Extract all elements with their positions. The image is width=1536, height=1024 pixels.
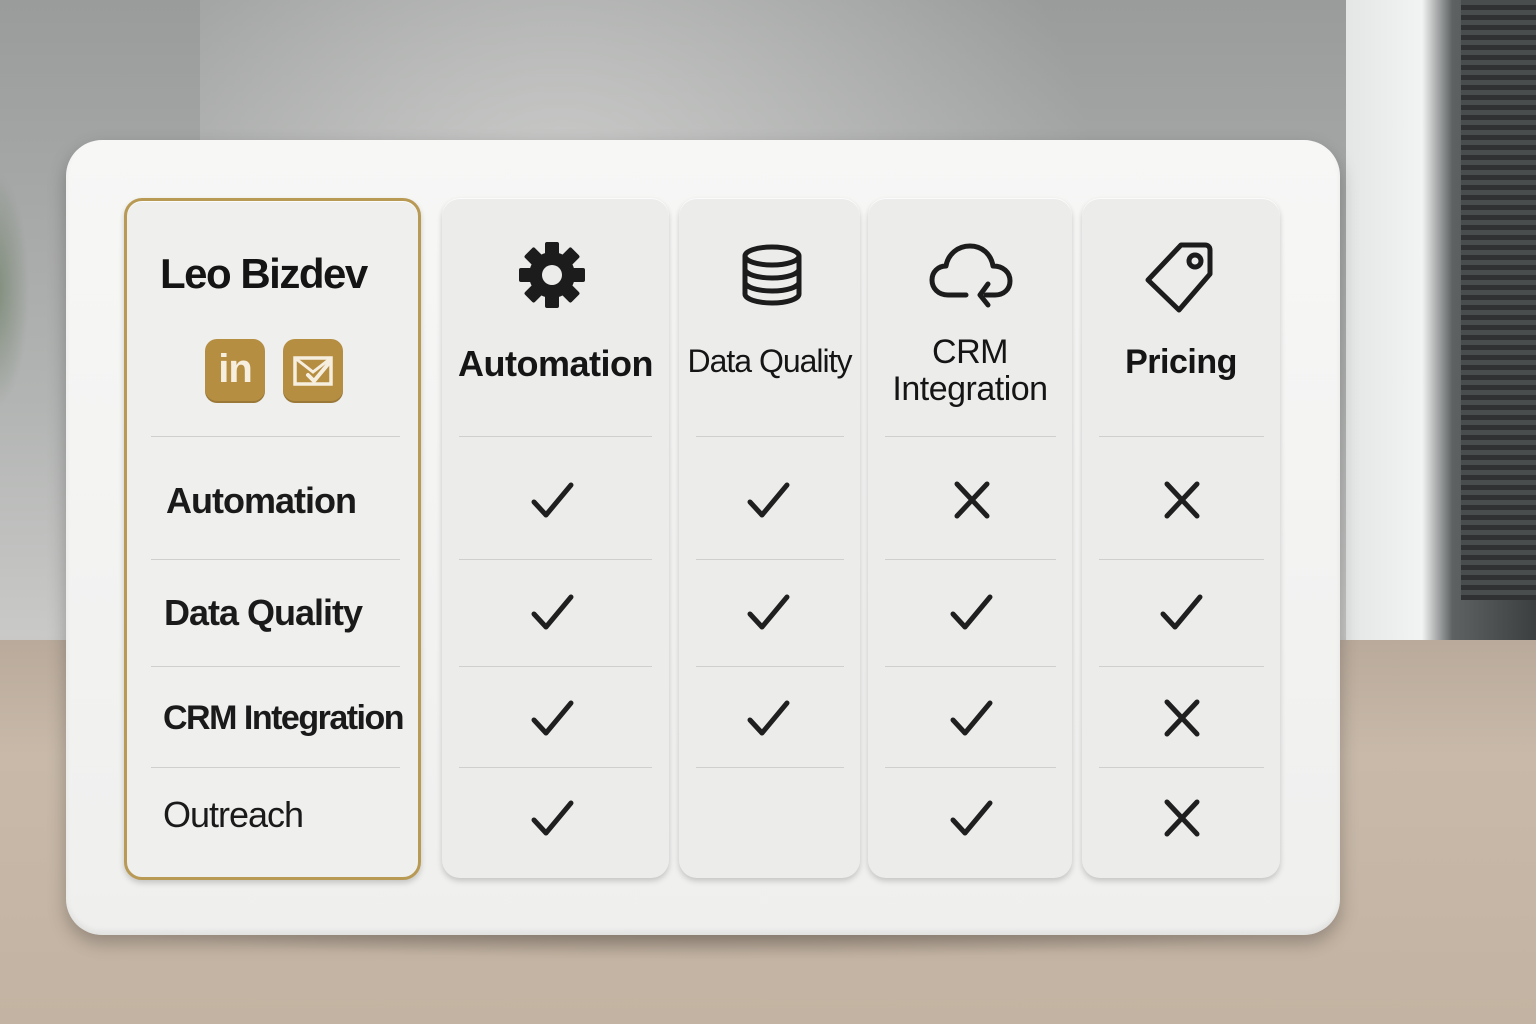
database-icon [742,244,802,306]
check-icon [950,700,993,736]
linkedin-icon: in [218,347,253,391]
column-header-pricing: Pricing [1125,343,1237,381]
check-icon [1160,594,1203,630]
divider [885,436,1056,437]
column-header-data-quality: Data Quality [687,343,852,379]
linkedin-button[interactable]: in [205,339,265,403]
email-button[interactable] [283,339,343,403]
divider [696,559,844,560]
check-icon [531,594,574,630]
column-header-crm-integration: CRM Integration [892,333,1048,409]
gear-icon [519,242,585,308]
background-window [1346,0,1536,640]
window-blinds [1461,0,1536,600]
cross-icon [1164,699,1200,737]
divider [696,767,844,768]
divider [151,436,400,437]
check-icon [531,700,574,736]
row-label-outreach: Outreach [163,794,304,835]
cloud-sync-icon [929,243,1013,308]
check-icon [950,594,993,630]
column-header-automation: Automation [458,343,653,384]
divider [459,666,652,667]
divider [151,559,400,560]
check-icon [531,482,574,518]
check-icon [747,594,790,630]
check-icon [747,482,790,518]
row-label-data-quality: Data Quality [164,592,363,633]
divider [1099,666,1264,667]
row-label-crm-integration: CRM Integration [163,699,405,737]
cross-icon [1164,799,1200,837]
check-icon [531,800,574,836]
divider [885,767,1056,768]
divider [459,559,652,560]
mail-check-icon [293,356,333,386]
profile-column [124,198,421,880]
cross-icon [1164,481,1200,519]
profile-name: Leo Bizdev [160,250,368,297]
row-label-automation: Automation [166,480,357,521]
divider [1099,559,1264,560]
divider [696,436,844,437]
divider [459,767,652,768]
divider [885,559,1056,560]
background-plant [0,170,30,410]
divider [696,666,844,667]
divider [885,666,1056,667]
check-icon [747,700,790,736]
divider [151,666,400,667]
divider [1099,436,1264,437]
divider [459,436,652,437]
divider [151,767,400,768]
cross-icon [954,481,990,519]
divider [1099,767,1264,768]
check-icon [950,800,993,836]
price-tag-icon [1145,242,1213,313]
